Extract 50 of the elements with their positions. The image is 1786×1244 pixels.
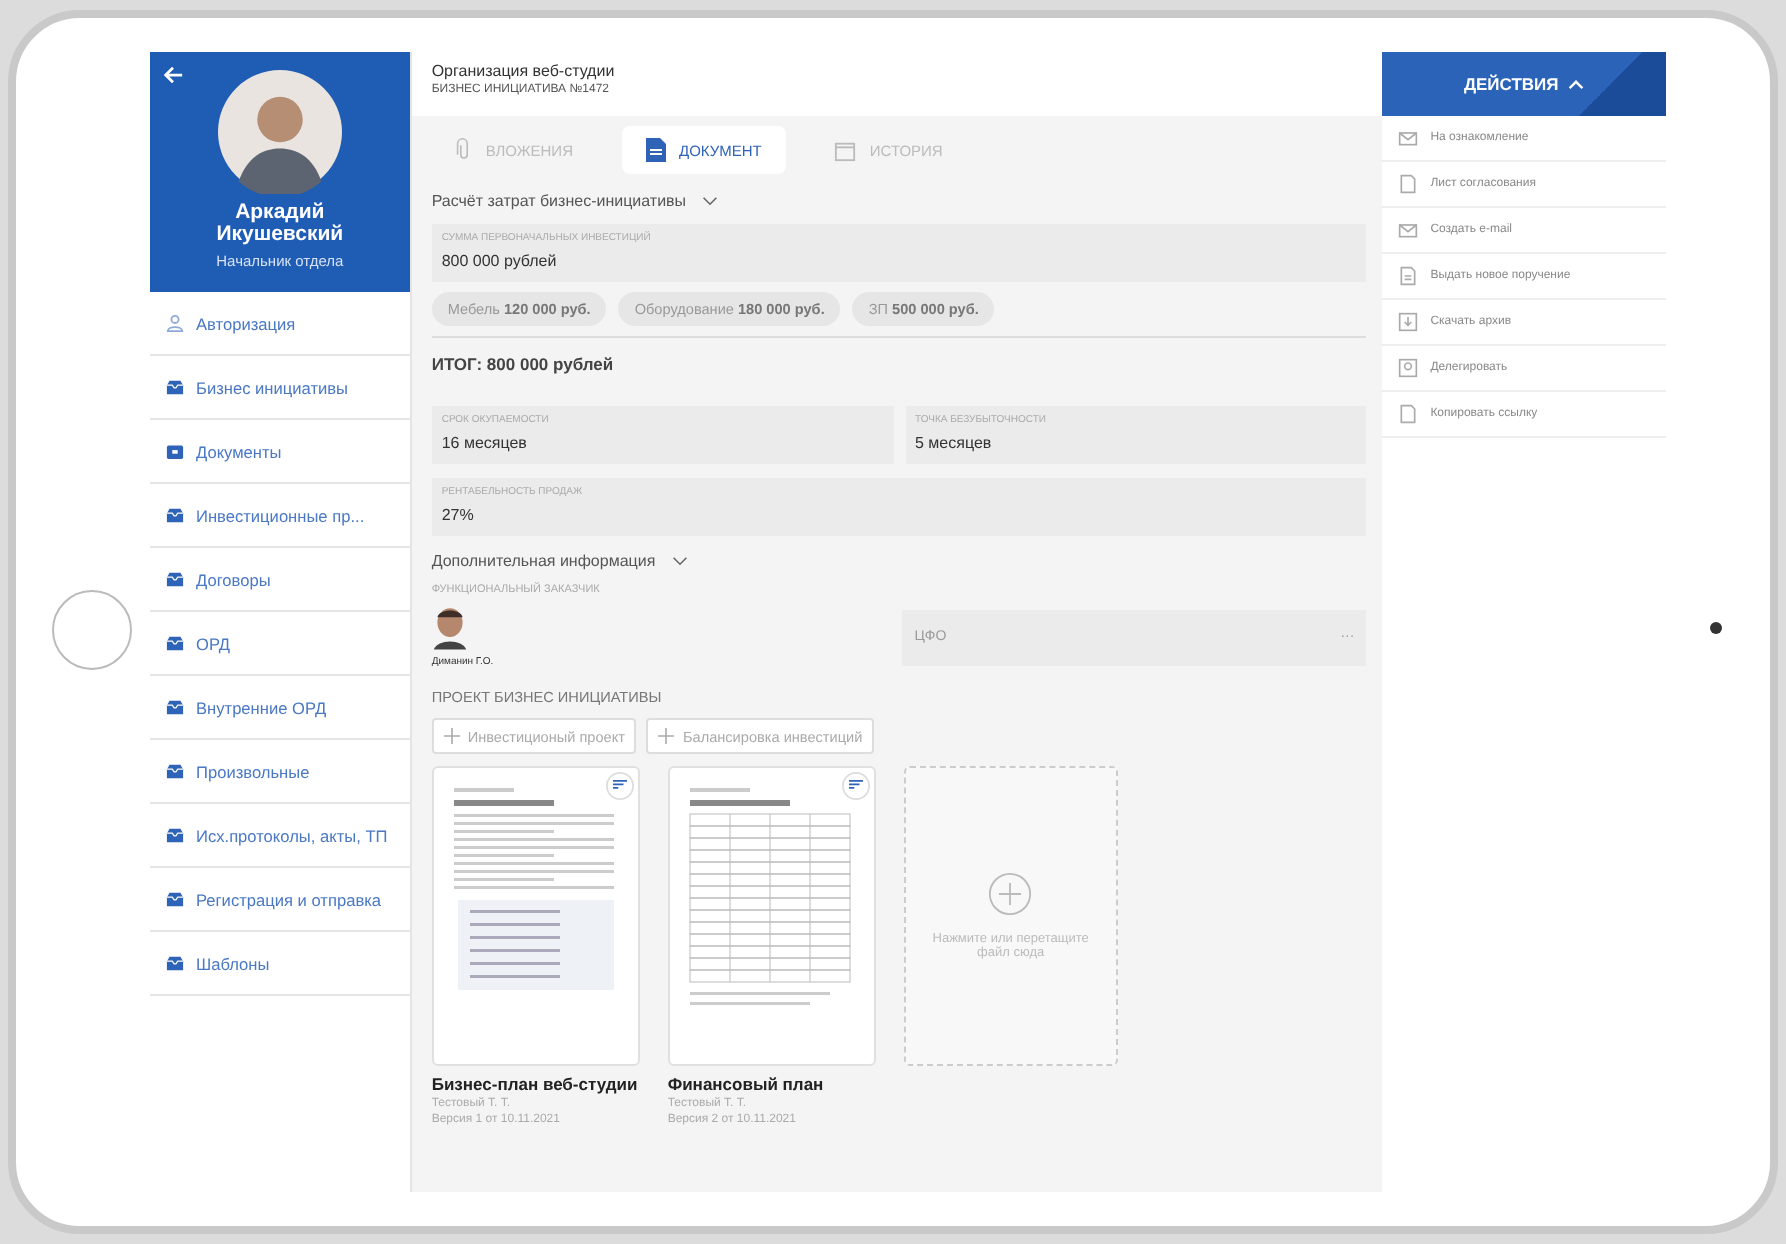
nav-item[interactable]: Исх.протоколы, акты, ТП [150,804,410,868]
nav-item[interactable]: Внутренние ОРД [150,676,410,740]
sheet-icon [1398,404,1419,424]
inbox-icon [166,826,184,844]
avatar-silhouette-icon [217,70,342,194]
inbox-icon [166,698,184,716]
person-silhouette-icon [431,606,468,650]
document-title: Организация веб-студии [431,62,617,80]
document-icon [645,138,665,162]
inbox-icon [166,890,184,908]
chevron-up-icon [1568,79,1585,89]
nav-item[interactable]: Инвестиционные пр... [150,484,410,548]
nav-item[interactable]: Шаблоны [150,932,410,996]
plus-circle-icon [988,872,1033,916]
nav-item[interactable]: Регистрация и отправка [150,868,410,932]
nav-item[interactable]: ОРД [150,612,410,676]
plus-icon [658,728,675,744]
nav-item[interactable]: Бизнес инициативы [150,356,410,420]
inbox-icon [166,506,184,524]
person-icon [166,314,184,332]
file-title[interactable]: Финансовый план [667,1074,876,1094]
document-icon [1398,266,1419,286]
inbox-icon [166,634,184,652]
back-arrow-icon[interactable] [162,64,184,86]
download-icon [1398,312,1419,332]
envelope-icon [1398,128,1419,148]
inbox-icon [166,762,184,780]
plus-icon [443,728,460,744]
nav-item[interactable]: Авторизация [150,292,410,356]
chevron-down-icon[interactable] [702,196,719,206]
briefcase-icon [166,442,184,460]
camera-dot [1710,622,1722,634]
file-title[interactable]: Бизнес-план веб-студии [431,1074,640,1094]
nav-item[interactable]: Документы [150,420,410,484]
paperclip-icon [455,138,472,162]
person-icon [1398,358,1419,378]
inbox-icon [166,570,184,588]
envelope-icon [1398,220,1419,240]
calendar-icon [833,139,856,161]
section-heading: Дополнительная информация [431,552,656,570]
chevron-down-icon[interactable] [671,556,688,566]
total-amount: ИТОГ: 800 000 рублей [431,354,616,374]
section-heading: Расчёт затрат бизнес-инициативы [431,192,687,210]
nav-item[interactable]: Договоры [150,548,410,612]
user-name: Аркадий Икушевский [214,202,346,246]
inbox-icon [166,378,184,396]
inbox-icon [166,954,184,972]
actions-menu-button[interactable]: ДЕЙСТВИЯ [1382,52,1666,116]
nav-item[interactable]: Произвольные [150,740,410,804]
sheet-icon [1398,174,1419,194]
